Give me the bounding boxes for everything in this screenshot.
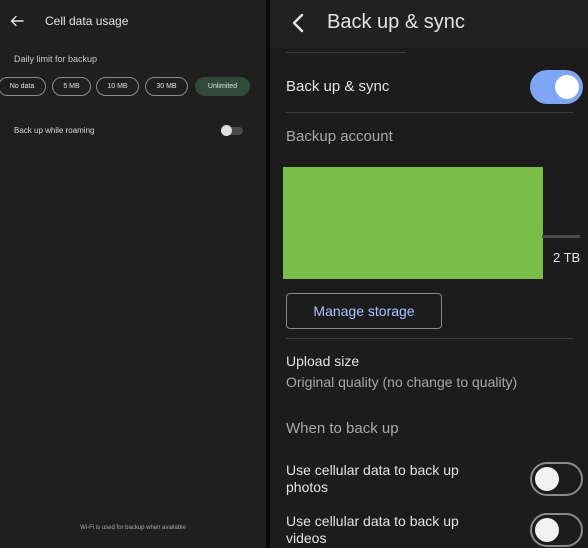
cellular-photos-toggle[interactable] bbox=[530, 462, 583, 496]
wifi-note: Wi-Fi is used for backup when available bbox=[80, 525, 186, 531]
upload-size-title[interactable]: Upload size bbox=[286, 353, 359, 369]
back-arrow-icon[interactable] bbox=[10, 14, 24, 28]
cellular-videos-toggle[interactable] bbox=[530, 513, 583, 547]
backup-account-card[interactable] bbox=[283, 167, 543, 279]
backup-sync-label: Back up & sync bbox=[286, 78, 390, 95]
roaming-toggle[interactable] bbox=[221, 125, 243, 136]
cellular-photos-toggle-thumb bbox=[535, 467, 559, 491]
chip-5mb[interactable]: 5 MB bbox=[52, 77, 91, 96]
right-page-title: Back up & sync bbox=[327, 11, 465, 33]
storage-total: 2 TB bbox=[553, 250, 581, 265]
divider-line bbox=[286, 338, 573, 339]
chip-30mb[interactable]: 30 MB bbox=[145, 77, 188, 96]
cellular-videos-toggle-thumb bbox=[535, 518, 559, 542]
scroll-edge bbox=[286, 48, 406, 53]
storage-usage-bar bbox=[542, 235, 580, 238]
chevron-left-icon[interactable] bbox=[290, 13, 306, 33]
left-app-bar: Cell data usage bbox=[0, 0, 266, 44]
chip-unlimited[interactable]: Unlimited bbox=[195, 77, 250, 96]
backup-sync-panel: Back up & sync Back up & sync Backup acc… bbox=[270, 0, 588, 548]
right-app-bar: Back up & sync bbox=[270, 0, 588, 48]
divider-line bbox=[286, 112, 573, 113]
left-page-title: Cell data usage bbox=[45, 14, 129, 28]
chip-no-data[interactable]: No data bbox=[0, 77, 46, 96]
cellular-videos-label: Use cellular data to back up videos bbox=[286, 513, 459, 546]
roaming-toggle-thumb bbox=[221, 125, 232, 136]
cellular-photos-label: Use cellular data to back up photos bbox=[286, 462, 459, 495]
when-to-back-up-header: When to back up bbox=[286, 420, 399, 437]
screen: Cell data usage Daily limit for backup N… bbox=[0, 0, 588, 548]
manage-storage-button[interactable]: Manage storage bbox=[286, 293, 442, 329]
chip-10mb[interactable]: 10 MB bbox=[96, 77, 139, 96]
backup-sync-toggle[interactable] bbox=[530, 70, 583, 104]
daily-limit-label: Daily limit for backup bbox=[14, 54, 98, 64]
upload-size-value[interactable]: Original quality (no change to quality) bbox=[286, 374, 517, 390]
backup-account-header: Backup account bbox=[286, 128, 393, 145]
cell-data-usage-panel: Cell data usage Daily limit for backup N… bbox=[0, 0, 266, 548]
backup-sync-toggle-thumb bbox=[555, 75, 579, 99]
roaming-label: Back up while roaming bbox=[14, 126, 95, 135]
